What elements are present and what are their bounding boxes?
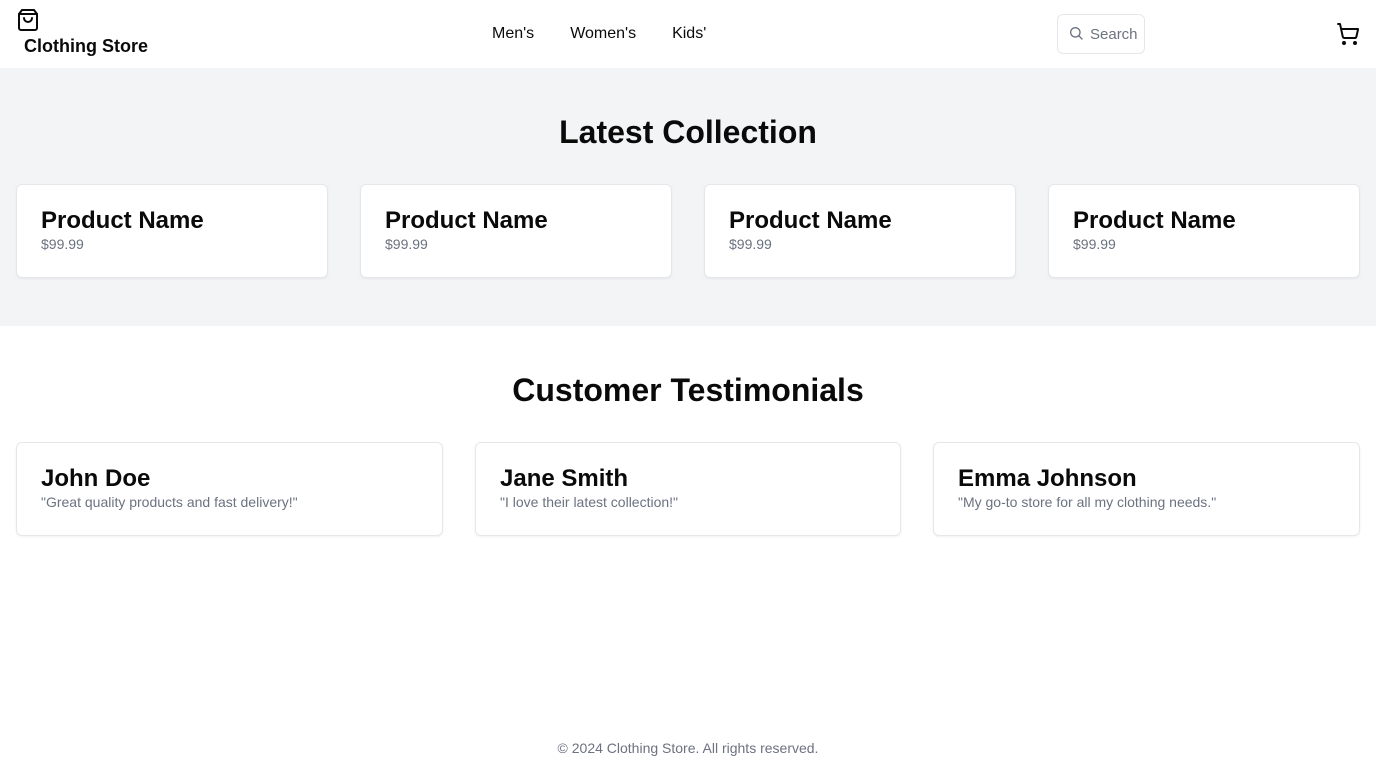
product-card[interactable]: Product Name $99.99: [360, 184, 672, 278]
testimonial-grid: John Doe "Great quality products and fas…: [16, 442, 1360, 536]
search-icon: [1070, 27, 1083, 40]
main-nav: Men's Women's Kids': [492, 24, 742, 44]
latest-collection-section: Latest Collection Product Name $99.99 Pr…: [0, 68, 1376, 326]
product-price: $99.99: [729, 236, 772, 252]
product-price: $99.99: [41, 236, 84, 252]
product-card[interactable]: Product Name $99.99: [1048, 184, 1360, 278]
nav-item-womens[interactable]: Women's: [570, 24, 636, 44]
site-header: Clothing Store Men's Women's Kids': [0, 0, 1376, 68]
product-price: $99.99: [385, 236, 428, 252]
testimonial-card: John Doe "Great quality products and fas…: [16, 442, 443, 536]
testimonial-author: Emma Johnson: [958, 465, 1137, 492]
search-box[interactable]: [1057, 14, 1145, 54]
testimonial-quote: "I love their latest collection!": [500, 494, 679, 510]
section-title: Customer Testimonials: [512, 372, 864, 408]
nav-item-mens[interactable]: Men's: [492, 24, 534, 44]
product-card[interactable]: Product Name $99.99: [704, 184, 1016, 278]
product-grid: Product Name $99.99 Product Name $99.99 …: [16, 184, 1360, 278]
testimonial-author: Jane Smith: [500, 465, 629, 492]
search-input[interactable]: [1090, 15, 1144, 53]
product-price: $99.99: [1073, 236, 1116, 252]
testimonials-section: Customer Testimonials John Doe "Great qu…: [0, 326, 1376, 586]
product-card[interactable]: Product Name $99.99: [16, 184, 328, 278]
testimonial-card: Emma Johnson "My go-to store for all my …: [933, 442, 1360, 536]
section-title: Latest Collection: [559, 114, 817, 150]
cart-icon[interactable]: [1336, 22, 1360, 46]
nav-item-kids[interactable]: Kids': [672, 24, 706, 44]
testimonial-card: Jane Smith "I love their latest collecti…: [475, 442, 901, 536]
product-name: Product Name: [385, 207, 548, 234]
product-name: Product Name: [1073, 207, 1236, 234]
brand-name: Clothing Store: [24, 36, 148, 56]
shopping-bag-icon: [18, 9, 38, 31]
product-name: Product Name: [729, 207, 892, 234]
testimonial-quote: "Great quality products and fast deliver…: [41, 494, 298, 510]
testimonial-author: John Doe: [41, 465, 151, 492]
testimonial-quote: "My go-to store for all my clothing need…: [958, 494, 1217, 510]
product-name: Product Name: [41, 207, 204, 234]
footer-copyright: © 2024 Clothing Store. All rights reserv…: [557, 740, 819, 756]
